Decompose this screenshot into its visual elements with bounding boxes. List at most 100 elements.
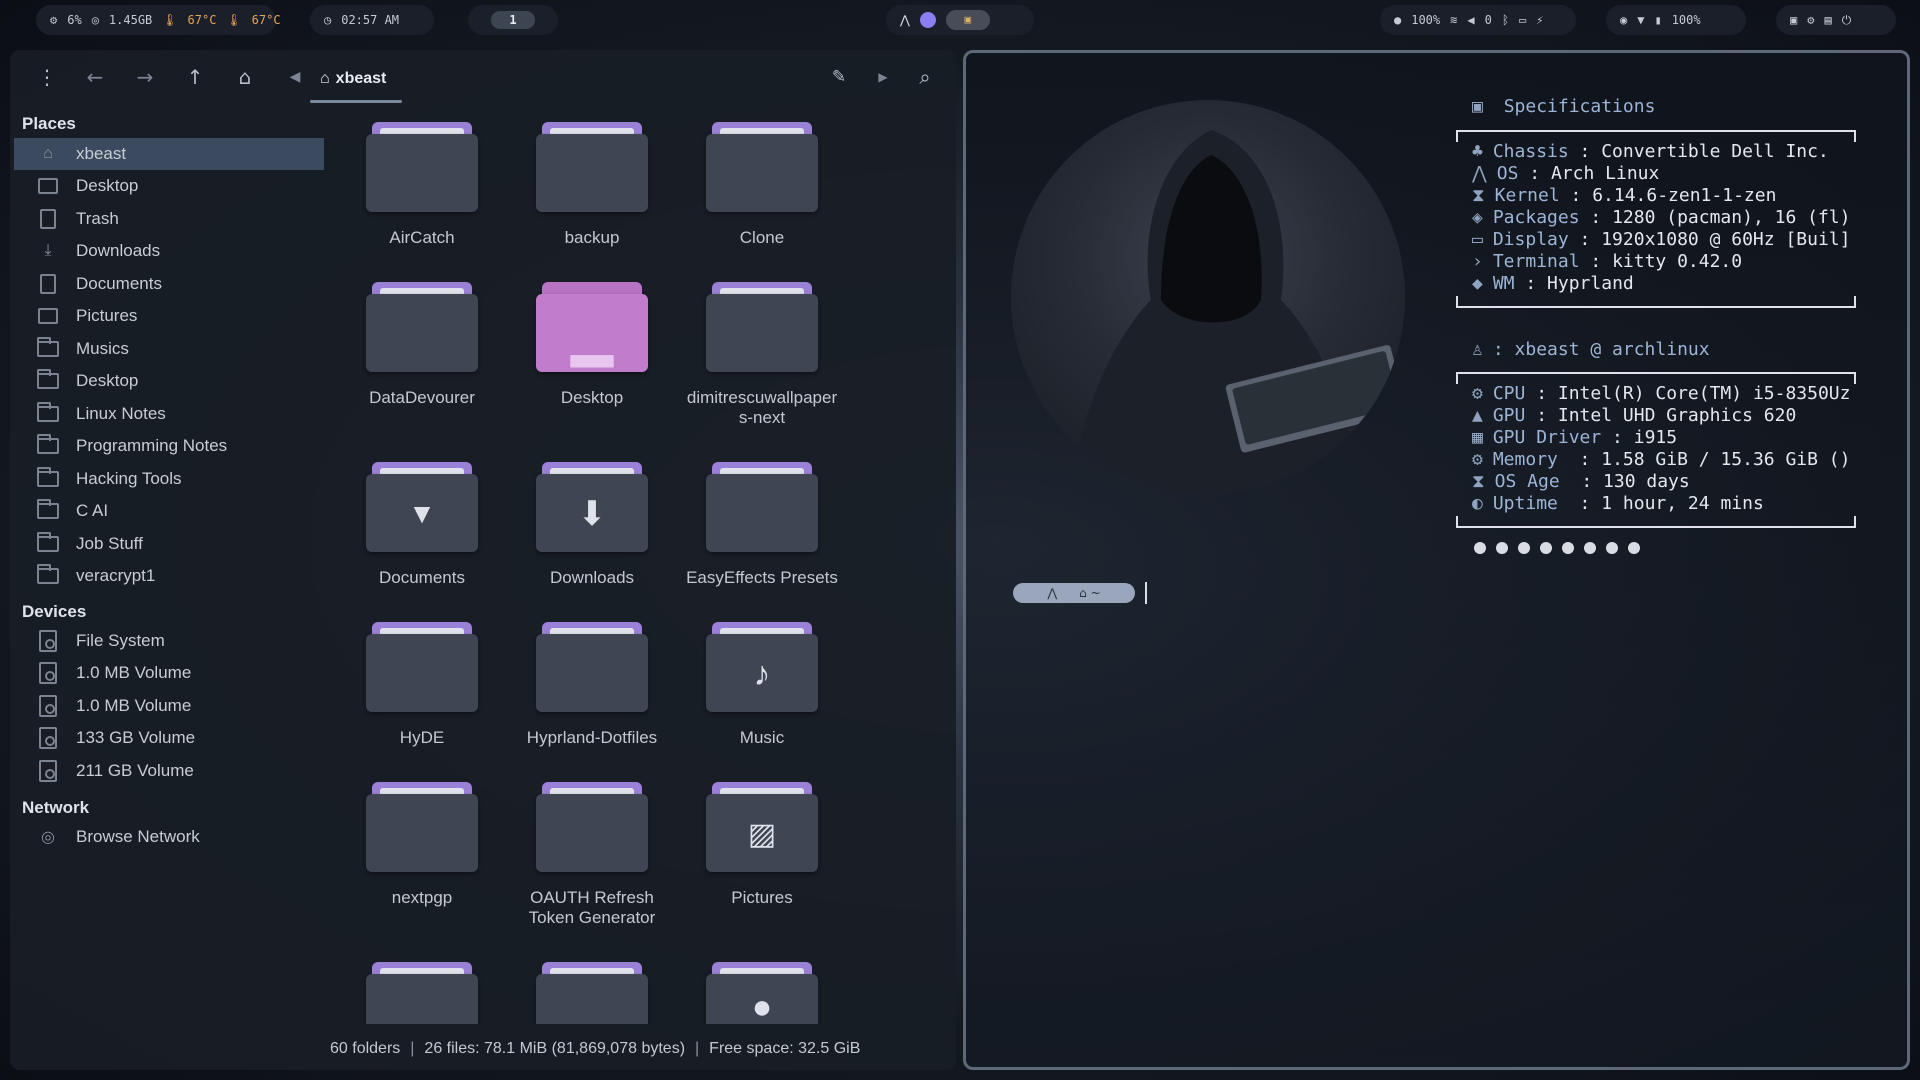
sidebar-item-documents[interactable]: Documents (14, 268, 324, 300)
folder-label: Desktop (560, 388, 624, 407)
up-icon[interactable]: ↑ (180, 62, 210, 92)
network-icon: ◎ (41, 829, 55, 846)
folder-music[interactable]: ♪ Music (682, 622, 842, 748)
sidebar-item-linux-notes[interactable]: Linux Notes (14, 398, 324, 430)
folder-label: Pictures (731, 888, 793, 907)
terminal-cursor[interactable] (1145, 582, 1147, 604)
folder-icon (536, 122, 648, 212)
sidebar-item-musics[interactable]: Musics (14, 333, 324, 365)
folder-icon (706, 122, 818, 212)
color-palette (1474, 542, 1640, 554)
sidebar-item-veracrypt1[interactable]: veracrypt1 (14, 560, 324, 592)
folder-clone[interactable]: Clone (682, 122, 842, 248)
hw-key: OS Age (1494, 471, 1560, 492)
folder-easyeffects-presets[interactable]: EasyEffects Presets (682, 462, 842, 588)
sidebar-item-browse-network[interactable]: ◎ Browse Network (14, 821, 324, 853)
settings-icon[interactable]: ⚙ (1807, 13, 1814, 27)
folder-nextpgp[interactable]: nextpgp (342, 782, 502, 908)
folder-datadevourer[interactable]: DataDevourer (342, 282, 502, 408)
battery-level-2: 100% (1671, 13, 1701, 27)
sidebar-item-volume-211gb[interactable]: 211 GB Volume (14, 755, 324, 787)
sidebar-item-volume-1mb-b[interactable]: 1.0 MB Volume (14, 690, 324, 722)
memory-usage: 1.45GB (108, 13, 153, 27)
folder-backup[interactable]: backup (512, 122, 672, 248)
folder-downloads[interactable]: ⬇ Downloads (512, 462, 672, 588)
folder-documents[interactable]: ▼ Documents (342, 462, 502, 588)
folder-dimitrescuwallpapers[interactable]: dimitrescuwallpaper s-next (682, 282, 842, 428)
network-heading: Network (22, 798, 90, 817)
memory-icon: ◎ (91, 13, 99, 27)
palette-dot (1474, 542, 1486, 554)
network-icon[interactable]: ◉ (1620, 13, 1627, 27)
sidebar-item-desktop[interactable]: Desktop (14, 170, 324, 202)
app-icon[interactable] (919, 12, 936, 28)
back-icon[interactable]: ← (80, 62, 110, 92)
breadcrumb[interactable]: ⌂ xbeast (320, 64, 386, 94)
chevron-left-icon[interactable]: ◀ (280, 62, 310, 92)
toolbar: ⋮ ← → ↑ ⌂ ◀ ⌂ xbeast ✎ ▶ ⌕ (10, 50, 956, 106)
free-space: Free space: 32.5 GiB (709, 1040, 861, 1057)
sidebar-item-c-ai[interactable]: C AI (14, 495, 324, 527)
home-icon[interactable]: ⌂ (230, 62, 260, 92)
wifi-icon[interactable]: ≋ (1450, 13, 1457, 27)
chevron-right-icon[interactable]: ▶ (868, 62, 898, 92)
shell-prompt: ⋀ ⌂ ~ (1013, 583, 1135, 603)
sidebar-item-desktop-2[interactable]: Desktop (14, 365, 324, 397)
hw-key: GPU (1492, 405, 1526, 426)
power-profile-icon[interactable]: ⚡ (1536, 13, 1543, 27)
forward-icon[interactable]: → (130, 62, 160, 92)
power-icon[interactable]: ⏻ (1842, 13, 1852, 28)
clock[interactable]: ◷ 02:57 AM (310, 5, 434, 35)
sidebar-item-volume-1mb-a[interactable]: 1.0 MB Volume (14, 657, 324, 689)
spec-row-packages: ◈ Packages : 1280 (pacman), 16 (fl) (1472, 207, 1851, 228)
file-summary: 26 files: 78.1 MiB (81,869,078 bytes) (424, 1040, 686, 1057)
search-icon[interactable]: ⌕ (910, 62, 940, 92)
bluetooth-off-icon[interactable]: ᛒ (1502, 13, 1509, 27)
folder-pictures[interactable]: ▨ Pictures (682, 782, 842, 908)
folder-hyde[interactable]: HyDE (342, 622, 502, 748)
sidebar-item-hacking-tools[interactable]: Hacking Tools (14, 463, 324, 495)
sidebar-item-xbeast[interactable]: ⌂ xbeast (14, 138, 324, 170)
folder-icon (536, 782, 648, 872)
sidebar-item-file-system[interactable]: File System (14, 625, 324, 657)
sidebar-item-pictures[interactable]: Pictures (14, 300, 324, 332)
folder-icon (36, 499, 60, 523)
sidebar-item-job-stuff[interactable]: Job Stuff (14, 528, 324, 560)
drive-icon (36, 726, 60, 750)
sidebar-item-downloads[interactable]: ⤓ Downloads (14, 235, 324, 267)
lock-icon[interactable]: ▣ (1790, 13, 1797, 27)
sidebar-item-trash[interactable]: Trash (14, 203, 324, 235)
folder-aircatch[interactable]: AirCatch (342, 122, 502, 248)
sidebar-item-programming-notes[interactable]: Programming Notes (14, 430, 324, 462)
temp-icon-2: 🌡 (226, 13, 242, 27)
folder-icon (366, 782, 478, 872)
wifi-signal-icon[interactable]: ▼ (1637, 13, 1644, 27)
edit-path-icon[interactable]: ✎ (824, 62, 854, 92)
folder-icon (536, 622, 648, 712)
spec-row-chassis: ♣ Chassis : Convertible Dell Inc. (1472, 141, 1829, 162)
sidebar-item-label: Linux Notes (76, 404, 166, 423)
hw-row-os-age: ⧗ OS Age : 130 days (1472, 471, 1690, 492)
user-folder-icon: ● (706, 962, 818, 1024)
hw-value: 1 hour, 24 mins (1601, 493, 1764, 514)
sidebar-item-label: 211 GB Volume (76, 761, 194, 780)
media-icon[interactable]: ▣ (945, 10, 990, 30)
folder-oauth-refresh-token-generator[interactable]: OAUTH Refresh Token Generator (512, 782, 672, 928)
folder-public[interactable]: ● (682, 962, 842, 1024)
sidebar-item-volume-133gb[interactable]: 133 GB Volume (14, 722, 324, 754)
volume-icon[interactable]: ◀ (1467, 13, 1474, 27)
workspace-1[interactable]: 1 (491, 11, 535, 29)
folder-partial-2[interactable] (512, 962, 672, 1024)
folder-hyprland-dotfiles[interactable]: Hyprland-Dotfiles (512, 622, 672, 748)
kernel-icon: ⧗ (1472, 185, 1485, 206)
hooded-figure-avatar (1011, 100, 1405, 494)
sidebar-item-label: Documents (76, 274, 162, 293)
arch-icon[interactable]: ⋀ (900, 13, 910, 27)
folder-desktop[interactable]: ▆▆▆▆ Desktop (512, 282, 672, 408)
clipboard-icon[interactable]: ▤ (1824, 13, 1831, 27)
keyboard-icon[interactable]: ▭ (1519, 13, 1526, 27)
menu-icon[interactable]: ⋮ (32, 62, 62, 92)
folder-partial-1[interactable] (342, 962, 502, 1024)
sidebar-item-label: 1.0 MB Volume (76, 696, 192, 715)
document-icon (36, 272, 60, 296)
